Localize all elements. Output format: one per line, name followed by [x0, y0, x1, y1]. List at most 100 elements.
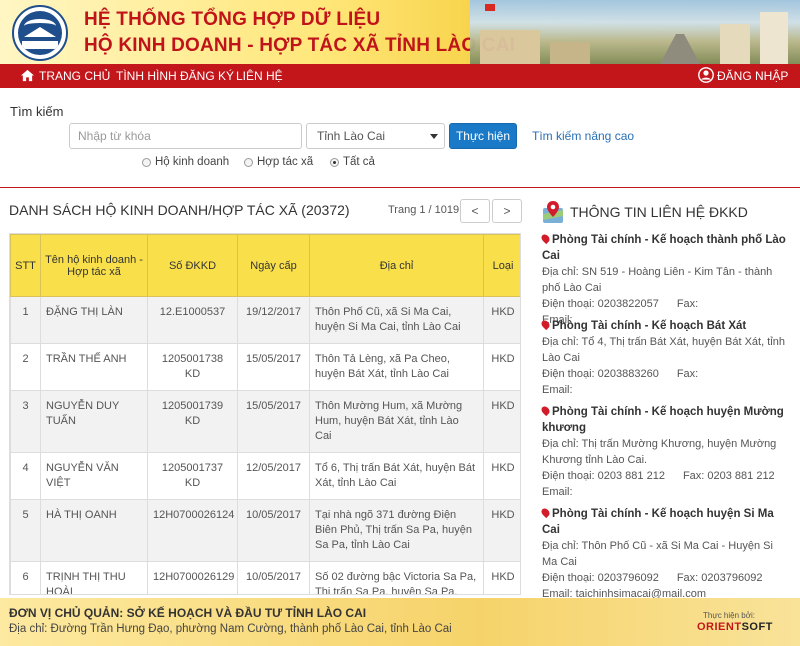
list-title: DANH SÁCH HỘ KINH DOANH/HỢP TÁC XÃ (2037… — [9, 202, 350, 218]
cell-stt: 2 — [10, 343, 41, 391]
filter-household-label: Hộ kinh doanh — [155, 156, 230, 168]
office-address: Địa chỉ: SN 519 - Hoàng Liên - Kim Tân -… — [542, 266, 773, 294]
office-phone: Điện thoại: 0203 881 212 — [542, 470, 665, 482]
cell-type: HKD — [483, 390, 520, 453]
developer-logo[interactable]: ORIENTSOFT — [697, 621, 773, 633]
col-header-regno: Số ĐKKD — [147, 234, 238, 297]
table-row[interactable]: 3 NGUYỄN DUY TUẤN 1205001739 KD 15/05/20… — [10, 390, 520, 453]
radio-cooperative[interactable] — [244, 157, 253, 167]
cell-regno: 12H0700026124 — [147, 499, 238, 562]
logo-icon[interactable] — [12, 5, 68, 61]
search-title: Tìm kiếm — [10, 104, 64, 119]
office-email: Email: — [542, 384, 573, 396]
office-fax: Fax: — [676, 298, 699, 310]
cell-address: Thôn Mường Hum, xã Mường Hum, huyện Bát … — [309, 390, 484, 453]
office-fax: Fax: — [676, 368, 699, 380]
cell-date: 10/05/2017 — [237, 499, 310, 562]
developer-label: Thực hiện bởi: — [703, 611, 755, 620]
office-phone: Điện thoại: 0203822057 — [542, 298, 659, 310]
caret-down-icon — [430, 134, 438, 139]
office-card: Phòng Tài chính - Kế hoạch huyện Mường k… — [539, 404, 790, 500]
keyword-input[interactable] — [69, 123, 302, 149]
cell-stt: 6 — [10, 561, 41, 594]
office-name: Phòng Tài chính - Kế hoạch huyện Si Ma C… — [542, 508, 774, 536]
contact-title: THÔNG TIN LIÊN HỆ ĐKKD — [570, 204, 748, 220]
table-row[interactable]: 2 TRẦN THẾ ANH 1205001738 KD 15/05/2017 … — [10, 343, 520, 391]
filter-all[interactable]: Tất cả — [330, 156, 375, 168]
user-icon — [698, 67, 714, 83]
nav-registration[interactable]: TÌNH HÌNH ĐĂNG KÝ — [116, 64, 234, 88]
radio-all[interactable] — [330, 157, 339, 167]
site-title-line2: HỘ KINH DOANH - HỢP TÁC XÃ TỈNH LÀO CAI — [84, 35, 516, 56]
pin-icon — [539, 232, 552, 245]
cell-regno: 12H0700026129 — [147, 561, 238, 594]
footer-owner: ĐƠN VỊ CHỦ QUẢN: SỞ KẾ HOẠCH VÀ ĐẦU TƯ T… — [9, 606, 367, 620]
pin-icon — [539, 318, 552, 331]
site-title-line1: HỆ THỐNG TỔNG HỢP DỮ LIỆU — [84, 9, 381, 30]
office-email: Email: — [542, 486, 573, 498]
cell-date: 10/05/2017 — [237, 561, 310, 594]
cell-date: 12/05/2017 — [237, 452, 310, 500]
login-link[interactable]: ĐĂNG NHẬP — [698, 64, 788, 88]
col-header-address: Địa chỉ — [309, 234, 484, 297]
business-table: STT Tên hộ kinh doanh - Hợp tác xã Số ĐK… — [9, 233, 521, 595]
table-header-row: STT Tên hộ kinh doanh - Hợp tác xã Số ĐK… — [10, 234, 520, 297]
nav-contact[interactable]: LIÊN HỆ — [236, 64, 283, 88]
cell-name: NGUYỄN VĂN VIỆT — [40, 452, 148, 500]
office-fax: Fax: 0203 881 212 — [682, 470, 775, 482]
pin-icon — [539, 404, 552, 417]
advanced-search-link[interactable]: Tìm kiếm nâng cao — [532, 129, 634, 143]
office-address: Địa chỉ: Thôn Phố Cũ - xã Si Ma Cai - Hu… — [542, 540, 773, 568]
table-row[interactable]: 6 TRỊNH THỊ THU HOÀI 12H0700026129 10/05… — [10, 561, 520, 594]
province-select[interactable]: Tỉnh Lào Cai — [306, 123, 445, 149]
office-phone: Điện thoại: 0203883260 — [542, 368, 659, 380]
cell-stt: 4 — [10, 452, 41, 500]
filter-all-label: Tất cả — [343, 156, 375, 168]
radio-household[interactable] — [142, 157, 151, 167]
cell-stt: 3 — [10, 390, 41, 453]
prev-page-button[interactable]: < — [460, 199, 490, 223]
cell-date: 19/12/2017 — [237, 296, 310, 344]
office-name: Phòng Tài chính - Kế hoạch huyện Mường k… — [542, 406, 784, 434]
map-pin-icon — [543, 201, 563, 223]
cell-stt: 1 — [10, 296, 41, 344]
office-address: Địa chỉ: Tổ 4, Thị trấn Bát Xát, huyện B… — [542, 336, 785, 364]
nav-home[interactable]: TRANG CHỦ — [20, 64, 110, 88]
cell-regno: 1205001739 KD — [147, 390, 238, 453]
cell-regno: 1205001737 KD — [147, 452, 238, 500]
col-header-date: Ngày cấp — [237, 234, 310, 297]
home-icon — [21, 69, 34, 82]
site-header: HỆ THỐNG TỔNG HỢP DỮ LIỆU HỘ KINH DOANH … — [0, 0, 800, 64]
next-page-button[interactable]: > — [492, 199, 522, 223]
cell-type: HKD — [483, 499, 520, 562]
office-name: Phòng Tài chính - Kế hoạch Bát Xát — [552, 320, 747, 332]
cell-type: HKD — [483, 452, 520, 500]
section-divider — [0, 187, 800, 188]
cell-name: ĐẶNG THỊ LÀN — [40, 296, 148, 344]
site-footer: ĐƠN VỊ CHỦ QUẢN: SỞ KẾ HOẠCH VÀ ĐẦU TƯ T… — [0, 598, 800, 646]
filter-household[interactable]: Hộ kinh doanh — [142, 156, 229, 168]
table-row[interactable]: 4 NGUYỄN VĂN VIỆT 1205001737 KD 12/05/20… — [10, 452, 520, 500]
main-nav: TRANG CHỦ TÌNH HÌNH ĐĂNG KÝ LIÊN HỆ ĐĂNG… — [0, 64, 800, 88]
cell-type: HKD — [483, 561, 520, 594]
col-header-type: Loại — [483, 234, 520, 297]
cell-regno: 1205001738 KD — [147, 343, 238, 391]
table-row[interactable]: 1 ĐẶNG THỊ LÀN 12.E1000537 19/12/2017 Th… — [10, 296, 520, 344]
city-banner-image — [470, 0, 800, 64]
table-row[interactable]: 5 HÀ THỊ OANH 12H0700026124 10/05/2017 T… — [10, 499, 520, 562]
office-address: Địa chỉ: Thị trấn Mường Khương, huyện Mư… — [542, 438, 777, 466]
cell-address: Thôn Tả Lèng, xã Pa Cheo, huyện Bát Xát,… — [309, 343, 484, 391]
cell-name: TRỊNH THỊ THU HOÀI — [40, 561, 148, 594]
filter-cooperative[interactable]: Hợp tác xã — [244, 156, 313, 168]
cell-name: HÀ THỊ OANH — [40, 499, 148, 562]
cell-stt: 5 — [10, 499, 41, 562]
cell-type: HKD — [483, 343, 520, 391]
filter-cooperative-label: Hợp tác xã — [257, 156, 314, 168]
footer-address: Địa chỉ: Đường Trần Hưng Đạo, phường Nam… — [9, 623, 452, 635]
cell-address: Tại nhà ngõ 371 đường Điện Biên Phủ, Thị… — [309, 499, 484, 562]
office-card: Phòng Tài chính - Kế hoạch huyện Si Ma C… — [539, 506, 790, 602]
col-header-stt: STT — [10, 234, 41, 297]
search-button[interactable]: Thực hiện — [449, 123, 517, 149]
cell-date: 15/05/2017 — [237, 390, 310, 453]
province-selected-value: Tỉnh Lào Cai — [317, 129, 386, 143]
